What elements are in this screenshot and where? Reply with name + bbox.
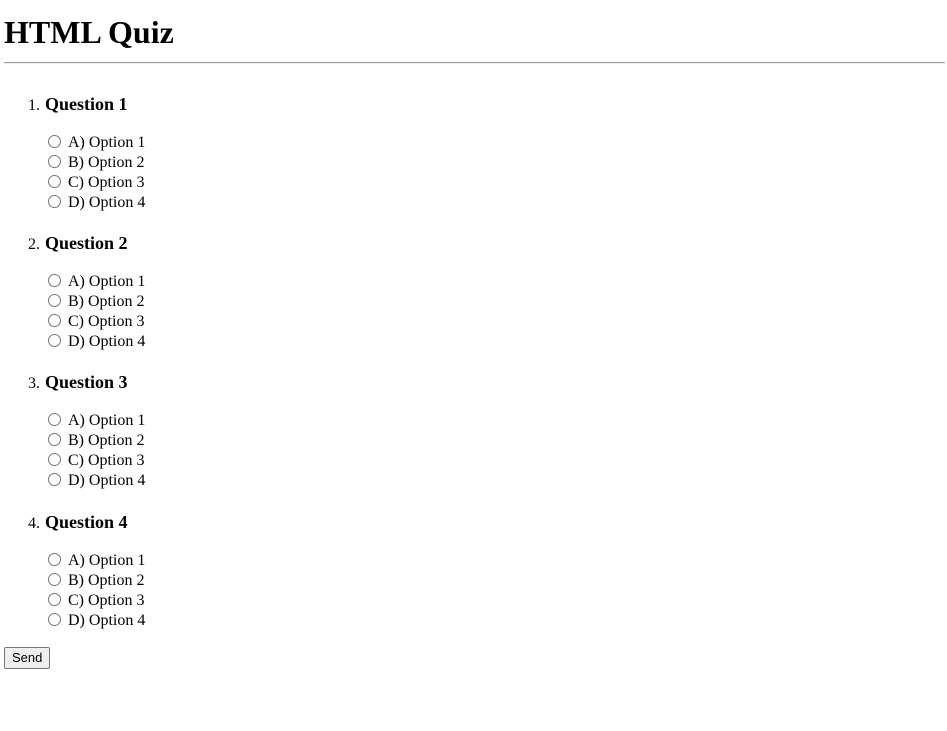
question-1-option-a[interactable]: A) Option 1 xyxy=(48,133,145,153)
question-heading: 2. Question 2 xyxy=(28,232,128,254)
question-title: Question 4 xyxy=(45,512,128,532)
question-4-option-a[interactable]: A) Option 1 xyxy=(48,551,145,571)
radio-button[interactable] xyxy=(48,593,61,606)
option-label: C) Option 3 xyxy=(68,174,145,191)
option-label: B) Option 2 xyxy=(68,293,145,310)
question-heading: 3. Question 3 xyxy=(28,371,128,393)
question-heading: 1. Question 1 xyxy=(28,93,128,115)
radio-button[interactable] xyxy=(48,195,61,208)
radio-button[interactable] xyxy=(48,613,61,626)
option-label: D) Option 4 xyxy=(68,472,146,489)
radio-button[interactable] xyxy=(48,473,61,486)
question-title: Question 3 xyxy=(45,372,128,392)
option-label: D) Option 4 xyxy=(68,194,146,211)
question-number: 3. xyxy=(28,375,40,392)
question-1-option-b[interactable]: B) Option 2 xyxy=(48,153,144,173)
radio-button[interactable] xyxy=(48,155,61,168)
option-label: B) Option 2 xyxy=(68,572,145,589)
question-3-option-b[interactable]: B) Option 2 xyxy=(48,431,144,451)
option-label: D) Option 4 xyxy=(68,333,146,350)
quiz-page: HTML Quiz 1. Question 1 A) Option 1 B) O… xyxy=(0,0,947,731)
option-label: C) Option 3 xyxy=(68,313,145,330)
question-4-option-c[interactable]: C) Option 3 xyxy=(48,591,144,611)
option-label: A) Option 1 xyxy=(68,273,146,290)
option-label: A) Option 1 xyxy=(68,552,146,569)
option-label: A) Option 1 xyxy=(68,412,146,429)
radio-button[interactable] xyxy=(48,294,61,307)
option-label: D) Option 4 xyxy=(68,612,146,629)
option-label: A) Option 1 xyxy=(68,134,146,151)
radio-button[interactable] xyxy=(48,453,61,466)
radio-button[interactable] xyxy=(48,314,61,327)
page-title: HTML Quiz xyxy=(4,14,174,50)
question-3-option-d[interactable]: D) Option 4 xyxy=(48,471,145,491)
question-2-option-d[interactable]: D) Option 4 xyxy=(48,332,145,352)
option-label: C) Option 3 xyxy=(68,592,145,609)
question-heading: 4. Question 4 xyxy=(28,511,128,533)
question-3-option-c[interactable]: C) Option 3 xyxy=(48,451,144,471)
question-number: 1. xyxy=(28,97,40,114)
question-2-option-a[interactable]: A) Option 1 xyxy=(48,272,145,292)
option-label: B) Option 2 xyxy=(68,432,145,449)
radio-button[interactable] xyxy=(48,433,61,446)
question-1-option-c[interactable]: C) Option 3 xyxy=(48,173,144,193)
radio-button[interactable] xyxy=(48,175,61,188)
question-4-option-b[interactable]: B) Option 2 xyxy=(48,571,144,591)
radio-button[interactable] xyxy=(48,334,61,347)
radio-button[interactable] xyxy=(48,135,61,148)
title-divider xyxy=(4,62,945,64)
question-number: 4. xyxy=(28,515,40,532)
send-button[interactable]: Send xyxy=(4,647,51,669)
question-1-option-d[interactable]: D) Option 4 xyxy=(48,193,145,213)
question-4-option-d[interactable]: D) Option 4 xyxy=(48,611,145,631)
radio-button[interactable] xyxy=(48,553,61,566)
question-2-option-c[interactable]: C) Option 3 xyxy=(48,312,144,332)
question-2-option-b[interactable]: B) Option 2 xyxy=(48,292,144,312)
radio-button[interactable] xyxy=(48,413,61,426)
question-number: 2. xyxy=(28,236,40,253)
radio-button[interactable] xyxy=(48,274,61,287)
option-label: C) Option 3 xyxy=(68,452,145,469)
question-title: Question 1 xyxy=(45,94,128,114)
question-title: Question 2 xyxy=(45,233,128,253)
option-label: B) Option 2 xyxy=(68,154,145,171)
radio-button[interactable] xyxy=(48,573,61,586)
question-3-option-a[interactable]: A) Option 1 xyxy=(48,411,145,431)
